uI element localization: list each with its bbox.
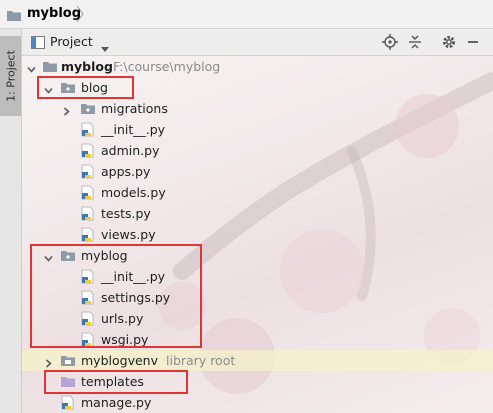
package-folder-icon bbox=[60, 248, 76, 263]
python-file-icon bbox=[80, 164, 96, 179]
tree-row-manage[interactable]: manage.py bbox=[22, 392, 493, 413]
chevron-down-icon[interactable] bbox=[27, 62, 36, 73]
tree-row-venv[interactable]: myblogvenv library root bbox=[22, 350, 493, 371]
tree-row-file[interactable]: tests.py bbox=[22, 203, 493, 224]
tree-row-migrations[interactable]: migrations bbox=[22, 98, 493, 119]
tree-label-file: __init__.py bbox=[101, 269, 166, 284]
chevron-right-icon bbox=[76, 5, 84, 23]
hide-icon[interactable] bbox=[465, 34, 481, 50]
tree-label-file: admin.py bbox=[101, 143, 160, 158]
project-tool-tab-label: 1: Project bbox=[4, 50, 17, 102]
tree-label-blog: blog bbox=[81, 80, 108, 95]
project-toolbar: Project bbox=[22, 29, 493, 56]
project-tree[interactable]: myblog F:\course\myblog blog migrations … bbox=[22, 56, 493, 413]
tree-row-file[interactable]: __init__.py bbox=[22, 266, 493, 287]
tree-label-file: wsgi.py bbox=[101, 332, 149, 347]
python-file-icon bbox=[80, 332, 96, 347]
tree-row-file[interactable]: __init__.py bbox=[22, 119, 493, 140]
root-path: F:\course\myblog bbox=[113, 59, 221, 74]
tree-label-venv: myblogvenv bbox=[81, 353, 158, 368]
python-file-icon bbox=[80, 143, 96, 158]
tree-row-blog[interactable]: blog bbox=[22, 77, 493, 98]
tree-row-file[interactable]: views.py bbox=[22, 224, 493, 245]
navigation-bar: myblog bbox=[0, 0, 493, 29]
tree-label-root: myblog bbox=[61, 59, 113, 74]
chevron-down-icon[interactable] bbox=[44, 83, 53, 94]
package-folder-icon bbox=[60, 80, 76, 95]
chevron-down-icon[interactable] bbox=[101, 40, 109, 55]
tree-row-root[interactable]: myblog F:\course\myblog bbox=[22, 56, 493, 77]
tree-label-file: models.py bbox=[101, 185, 166, 200]
tree-row-templates[interactable]: templates bbox=[22, 371, 493, 392]
tree-label-file: views.py bbox=[101, 227, 156, 242]
project-tool-tab[interactable]: 1: Project bbox=[0, 36, 21, 116]
python-file-icon bbox=[80, 227, 96, 242]
project-view-icon bbox=[31, 36, 45, 52]
python-file-icon bbox=[80, 290, 96, 305]
tree-row-file[interactable]: settings.py bbox=[22, 287, 493, 308]
chevron-right-icon[interactable] bbox=[44, 356, 53, 368]
templates-folder-icon bbox=[60, 374, 76, 389]
tree-label-file: urls.py bbox=[101, 311, 144, 326]
tree-row-myblog[interactable]: myblog bbox=[22, 245, 493, 266]
folder-icon bbox=[7, 9, 21, 24]
tree-label-file: apps.py bbox=[101, 164, 151, 179]
python-file-icon bbox=[80, 311, 96, 326]
tree-label-file: __init__.py bbox=[101, 122, 166, 137]
tree-label-file: tests.py bbox=[101, 206, 151, 221]
locate-icon[interactable] bbox=[382, 34, 398, 50]
tree-row-file[interactable]: wsgi.py bbox=[22, 329, 493, 350]
tree-row-file[interactable]: urls.py bbox=[22, 308, 493, 329]
collapse-all-icon[interactable] bbox=[407, 34, 423, 50]
python-file-icon bbox=[80, 206, 96, 221]
chevron-right-icon[interactable] bbox=[62, 104, 71, 116]
gear-icon[interactable] bbox=[441, 34, 457, 50]
tree-label-migrations: migrations bbox=[101, 101, 168, 116]
package-folder-icon bbox=[80, 101, 96, 116]
project-view-selector[interactable]: Project bbox=[50, 34, 93, 49]
tree-row-file[interactable]: admin.py bbox=[22, 140, 493, 161]
tree-label-templates: templates bbox=[81, 374, 144, 389]
tree-label-manage: manage.py bbox=[81, 395, 152, 410]
tree-row-file[interactable]: models.py bbox=[22, 182, 493, 203]
tree-label-myblog: myblog bbox=[81, 248, 128, 263]
tree-row-file[interactable]: apps.py bbox=[22, 161, 493, 182]
python-file-icon bbox=[80, 269, 96, 284]
tree-label-file: settings.py bbox=[101, 290, 171, 305]
folder-icon bbox=[42, 59, 58, 74]
chevron-down-icon[interactable] bbox=[44, 251, 53, 262]
library-folder-icon bbox=[60, 353, 76, 368]
tool-window-strip: 1: Project bbox=[0, 29, 22, 413]
python-file-icon bbox=[80, 185, 96, 200]
python-file-icon bbox=[80, 122, 96, 137]
python-file-icon bbox=[60, 395, 76, 410]
breadcrumb-project[interactable]: myblog bbox=[27, 6, 81, 21]
library-root-note: library root bbox=[166, 353, 236, 368]
